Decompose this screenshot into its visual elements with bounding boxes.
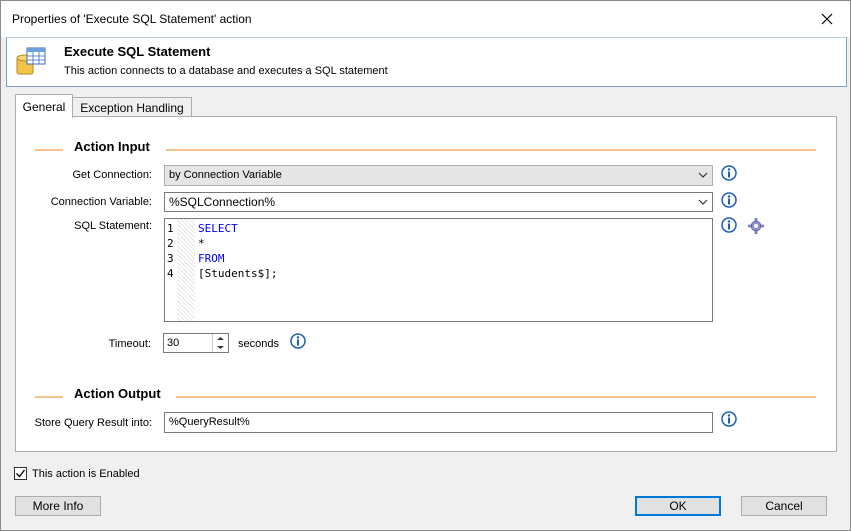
timeout-unit: seconds [238,338,279,350]
close-icon [821,13,833,25]
connection-variable-label: Connection Variable: [50,196,152,208]
tab-exception-handling[interactable]: Exception Handling [72,97,192,118]
store-result-input[interactable]: %QueryResult% [164,412,713,433]
store-result-value: %QueryResult% [169,416,250,428]
checkmark-icon [16,469,26,478]
action-output-heading: Action Output [66,386,169,401]
sql-statement-editor[interactable]: 1 2 3 4 SELECT * FROM [Students$]; [164,218,713,322]
info-icon[interactable] [721,192,737,208]
timeout-label: Timeout: [108,338,151,350]
gear-icon[interactable] [748,218,764,234]
info-icon[interactable] [290,333,306,349]
line-number: 3 [167,252,174,265]
code-line: [Students$]; [198,267,278,280]
chevron-down-icon [698,172,708,178]
info-icon[interactable] [721,217,737,233]
action-input-heading: Action Input [66,139,158,154]
spin-buttons[interactable] [212,334,228,352]
get-connection-value: by Connection Variable [169,169,282,181]
tab-general[interactable]: General [15,94,73,118]
code-line: SELECT [198,222,238,235]
action-header: Execute SQL Statement This action connec… [6,37,847,87]
section-divider [35,149,63,151]
title-bar: Properties of 'Execute SQL Statement' ac… [1,1,850,37]
get-connection-label: Get Connection: [72,169,153,181]
chevron-down-icon[interactable] [213,343,228,352]
section-divider [176,396,816,398]
enabled-checkbox-label[interactable]: This action is Enabled [32,468,140,480]
line-number: 1 [167,222,174,235]
ok-button[interactable]: OK [635,496,721,516]
info-icon[interactable] [721,165,737,181]
line-number: 4 [167,267,174,280]
window-title: Properties of 'Execute SQL Statement' ac… [12,12,252,26]
chevron-down-icon[interactable] [698,197,708,207]
more-info-button[interactable]: More Info [15,496,101,516]
connection-variable-value: %SQLConnection% [169,195,276,209]
database-table-icon [16,47,46,75]
enabled-checkbox[interactable] [14,467,27,480]
info-icon[interactable] [721,411,737,427]
action-description: This action connects to a database and e… [64,65,388,77]
properties-dialog: Properties of 'Execute SQL Statement' ac… [0,0,851,531]
timeout-stepper[interactable]: 30 [163,333,229,353]
code-line: * [198,237,205,250]
fold-margin [177,219,195,321]
code-line: FROM [198,252,225,265]
cancel-button[interactable]: Cancel [741,496,827,516]
chevron-up-icon[interactable] [213,334,228,343]
section-divider [166,149,816,151]
get-connection-dropdown[interactable]: by Connection Variable [164,165,713,186]
action-title: Execute SQL Statement [64,44,211,59]
section-divider [35,396,63,398]
sql-statement-label: SQL Statement: [74,220,152,232]
timeout-value: 30 [167,337,180,349]
connection-variable-combobox[interactable]: %SQLConnection% [164,192,713,212]
line-number: 2 [167,237,174,250]
close-button[interactable] [804,1,850,37]
store-result-label: Store Query Result into: [34,417,152,429]
